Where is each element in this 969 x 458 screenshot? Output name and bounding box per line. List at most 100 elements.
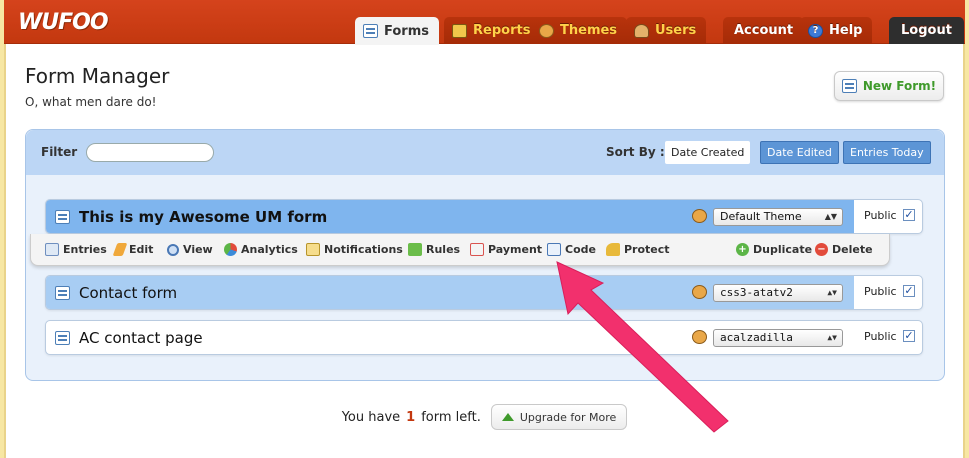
theme-icon <box>692 330 707 344</box>
form-icon <box>55 286 70 300</box>
form-row[interactable]: This is my Awesome UM form Default Theme… <box>45 199 923 234</box>
duplicate-action[interactable]: + Duplicate <box>736 243 812 256</box>
form-row-main[interactable]: This is my Awesome UM form Default Theme… <box>46 200 854 233</box>
filter-bar: Filter Sort By : Date Created Date Edite… <box>26 130 944 175</box>
entries-label: Entries <box>63 243 107 256</box>
reports-icon <box>452 23 467 38</box>
payment-action[interactable]: Payment <box>470 243 542 256</box>
form-actions-bar: Entries Edit View Analytics Notification… <box>30 234 890 266</box>
form-row-main[interactable]: AC contact page acalzadilla ▲▼ <box>46 321 854 354</box>
form-row[interactable]: AC contact page acalzadilla ▲▼ Public ✓ <box>45 320 923 355</box>
public-label: Public <box>864 330 897 343</box>
sort-date-created[interactable]: Date Created <box>665 141 751 164</box>
entries-action[interactable]: Entries <box>45 243 107 256</box>
logout-label: Logout <box>901 23 952 38</box>
filter-input[interactable] <box>86 143 214 162</box>
form-icon <box>55 331 70 345</box>
form-row[interactable]: Contact form css3-atatv2 ▲▼ Public ✓ <box>45 275 923 310</box>
help-icon: ? <box>808 23 823 38</box>
logout-button[interactable]: Logout <box>889 17 964 44</box>
key-icon <box>606 243 620 256</box>
forms-left-suffix: form left. <box>421 409 481 425</box>
envelope-icon <box>306 243 320 256</box>
tab-reports[interactable]: Reports <box>444 17 541 44</box>
notifications-label: Notifications <box>324 243 403 256</box>
new-form-button[interactable]: New Form! <box>834 71 944 101</box>
code-icon <box>547 243 561 256</box>
analytics-action[interactable]: Analytics <box>224 243 298 256</box>
form-icon <box>363 24 378 38</box>
code-action[interactable]: Code <box>547 243 596 256</box>
protect-action[interactable]: Protect <box>606 243 670 256</box>
edit-label: Edit <box>129 243 154 256</box>
theme-select-value: css3-atatv2 <box>720 286 793 299</box>
theme-select-value: acalzadilla <box>720 331 793 344</box>
plus-icon: + <box>736 243 749 256</box>
top-nav-bar: WUFOO Forms Reports Themes Users Account… <box>4 0 965 45</box>
account-link[interactable]: Account <box>723 17 805 44</box>
forms-left-message: You have 1 form left. Upgrade for More <box>0 404 969 430</box>
theme-select[interactable]: Default Theme ▲▼ <box>713 208 843 226</box>
form-name[interactable]: This is my Awesome UM form <box>79 208 327 226</box>
public-checkbox[interactable]: ✓ <box>903 209 915 221</box>
forms-left-prefix: You have <box>341 409 401 425</box>
edit-action[interactable]: Edit <box>112 243 154 256</box>
tab-forms-label: Forms <box>384 23 429 39</box>
help-label: Help <box>829 23 863 38</box>
pie-chart-icon <box>224 243 237 256</box>
account-label: Account <box>734 23 794 38</box>
theme-select-value: Default Theme <box>720 210 802 223</box>
select-arrows-icon: ▲▼ <box>827 288 837 297</box>
protect-label: Protect <box>624 243 670 256</box>
page-subtitle: O, what men dare do! <box>25 95 157 109</box>
form-name[interactable]: Contact form <box>79 284 177 302</box>
notifications-action[interactable]: Notifications <box>306 243 403 256</box>
themes-icon <box>539 23 554 38</box>
tab-users[interactable]: Users <box>626 17 707 44</box>
tab-themes[interactable]: Themes <box>531 17 628 44</box>
form-icon <box>55 210 70 224</box>
sort-by-label: Sort By : <box>606 145 665 159</box>
theme-icon <box>692 285 707 299</box>
rules-label: Rules <box>426 243 461 256</box>
code-label: Code <box>565 243 596 256</box>
form-row-main[interactable]: Contact form css3-atatv2 ▲▼ <box>46 276 854 309</box>
delete-label: Delete <box>832 243 873 256</box>
theme-select[interactable]: css3-atatv2 ▲▼ <box>713 284 843 302</box>
tab-forms[interactable]: Forms <box>355 17 439 45</box>
forms-left-count: 1 <box>406 409 416 425</box>
tab-reports-label: Reports <box>473 23 531 38</box>
public-label: Public <box>864 285 897 298</box>
analytics-label: Analytics <box>241 243 298 256</box>
form-name[interactable]: AC contact page <box>79 329 203 347</box>
rules-icon <box>408 243 422 256</box>
public-checkbox[interactable]: ✓ <box>903 330 915 342</box>
public-label: Public <box>864 209 897 222</box>
magnifier-icon <box>167 243 179 256</box>
users-icon <box>634 23 649 38</box>
public-checkbox[interactable]: ✓ <box>903 285 915 297</box>
payment-label: Payment <box>488 243 543 256</box>
sort-date-edited[interactable]: Date Edited <box>760 141 839 164</box>
tab-themes-label: Themes <box>560 23 618 38</box>
minus-icon: − <box>815 243 828 256</box>
sort-entries-today[interactable]: Entries Today <box>843 141 931 164</box>
filter-label: Filter <box>41 145 78 159</box>
select-arrows-icon: ▲▼ <box>827 333 837 342</box>
view-label: View <box>183 243 213 256</box>
wufoo-logo[interactable]: WUFOO <box>18 10 109 35</box>
theme-select[interactable]: acalzadilla ▲▼ <box>713 329 843 347</box>
page-title: Form Manager <box>25 64 170 88</box>
help-link[interactable]: ? Help <box>800 17 873 44</box>
tab-users-label: Users <box>655 23 697 38</box>
new-form-icon <box>841 79 857 93</box>
payment-icon <box>470 243 484 256</box>
view-action[interactable]: View <box>167 243 213 256</box>
upgrade-label: Upgrade for More <box>519 410 617 424</box>
upgrade-button[interactable]: Upgrade for More <box>490 404 628 430</box>
pencil-icon <box>112 243 128 256</box>
rules-action[interactable]: Rules <box>408 243 460 256</box>
up-arrow-icon <box>501 413 514 421</box>
select-arrows-icon: ▲▼ <box>824 212 837 221</box>
delete-action[interactable]: − Delete <box>815 243 873 256</box>
